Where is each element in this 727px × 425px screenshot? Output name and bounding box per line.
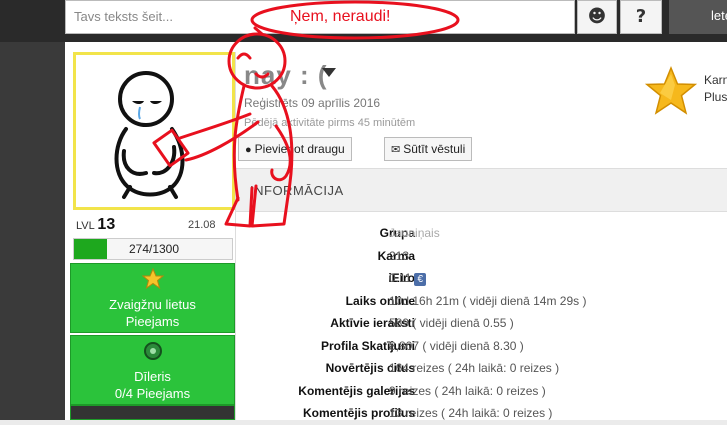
trophy-icon xyxy=(71,267,234,294)
dealer-button[interactable]: Dīleris 0/4 Pieejams xyxy=(70,335,235,405)
xp-progress-text: 274/1300 xyxy=(128,242,180,256)
info-value: Jauniņais xyxy=(389,226,440,240)
level-value: 13 xyxy=(97,216,116,233)
smiley-button[interactable]: ☻ xyxy=(577,0,617,34)
info-value: 13 reizes ( 24h laikā: 0 reizes ) xyxy=(389,406,553,420)
level-percent: 21.08 xyxy=(188,219,216,231)
sidebar-item-partial[interactable] xyxy=(70,405,235,420)
left-gutter xyxy=(0,42,65,420)
username: nay : ( xyxy=(244,60,328,90)
registration-date: Reģistrēts 09 aprīlis 2016 xyxy=(244,96,381,110)
info-value: 589 ( vidēji dienā 0.55 ) xyxy=(389,316,514,330)
help-icon: ? xyxy=(635,6,647,27)
info-row: Komentējis profilus 13 reizes ( 24h laikā… xyxy=(236,402,727,425)
ieiro-value: 0.11 xyxy=(389,271,412,285)
star-rain-button[interactable]: Zvaigžņu lietus Pieejams xyxy=(70,263,235,333)
avatar[interactable] xyxy=(73,52,235,210)
info-value: 9 reizes ( 24h laikā: 0 reizes ) xyxy=(389,383,546,398)
star-rain-title: Zvaigžņu lietus xyxy=(109,297,196,312)
info-table: Grupa Jauniņais Karma 213 iEiro 0.11 € Laiks… xyxy=(236,222,727,425)
info-row: Grupa Jauniņais xyxy=(236,222,727,245)
info-row: iEiro 0.11 € xyxy=(236,267,727,290)
info-value: 164 reizes ( 24h laikā: 0 reizes ) xyxy=(389,361,560,375)
user-icon: ● xyxy=(245,144,252,156)
info-row: Aktīvie ieraksti 589 ( vidēji dienā 0.55 … xyxy=(236,312,727,335)
chevron-down-icon[interactable] xyxy=(322,68,336,77)
menu-button-label: lete xyxy=(711,8,727,23)
help-button[interactable]: ? xyxy=(620,0,662,34)
dealer-icon xyxy=(71,340,234,366)
info-value: 213 xyxy=(389,248,410,263)
star-rain-status: Pieejams xyxy=(125,314,180,329)
menu-button[interactable]: lete xyxy=(669,0,727,34)
info-row: Karma 213 xyxy=(236,245,727,268)
add-friend-button[interactable]: ● Pievienot draugu xyxy=(238,137,352,161)
euro-badge[interactable]: € xyxy=(414,273,427,286)
karma-side-line-1: Karn xyxy=(704,73,727,87)
info-value: 10d 16h 21m ( vidēji dienā 14m 29s ) xyxy=(389,293,587,308)
info-header-title: INFORMĀCIJA xyxy=(250,183,344,198)
info-value: 0.11 € xyxy=(389,271,427,286)
info-row: Laiks online 10d 16h 21m ( vidēji dienā 1… xyxy=(236,290,727,313)
info-section-header: INFORMĀCIJA xyxy=(236,168,727,212)
envelope-icon: ✉ xyxy=(391,144,401,156)
level-label: LVL 13 xyxy=(76,216,116,233)
send-message-label: Sūtīt vēstuli xyxy=(403,142,466,156)
send-message-button[interactable]: ✉ Sūtīt vēstuli xyxy=(384,137,473,161)
info-value: 8,807 ( vidēji dienā 8.30 ) xyxy=(389,338,524,353)
dealer-status: 0/4 Pieejams xyxy=(114,386,191,401)
dealer-title: Dīleris xyxy=(134,369,171,384)
info-row: Novērtējis citus 164 reizes ( 24h laikā: … xyxy=(236,357,727,380)
karma-star-icon xyxy=(645,66,697,115)
add-friend-label: Pievienot draugu xyxy=(254,142,345,156)
avatar-image xyxy=(76,55,232,207)
info-row: Komentējis galerijas 9 reizes ( 24h laikā… xyxy=(236,380,727,403)
karma-side-line-2: Plus xyxy=(704,90,727,104)
smiley-icon: ☻ xyxy=(587,6,607,27)
xp-progress-bar: 274/1300 xyxy=(73,238,233,260)
karma-side-label: Karn Plus xyxy=(704,72,727,106)
last-activity: Pēdējā aktivitāte pirms 45 minūtēm xyxy=(244,117,416,129)
speech-bubble-text: Ņem, neraudi! xyxy=(290,8,391,25)
info-row: Profila Skatījumi 8,807 ( vidēji dienā 8.… xyxy=(236,335,727,358)
